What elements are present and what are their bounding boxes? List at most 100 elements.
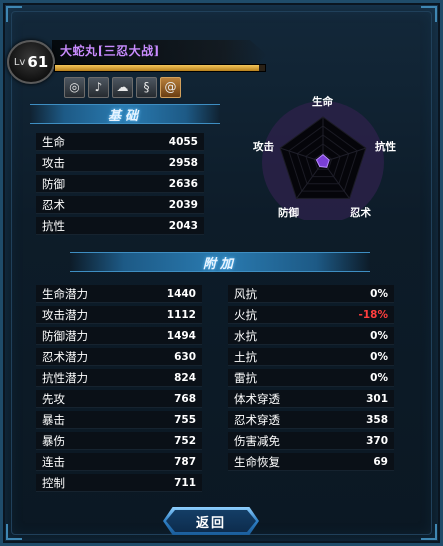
stat-label: 暴击 <box>42 412 65 427</box>
level-value: 61 <box>27 53 49 71</box>
basic-section-title: 基础 <box>107 109 142 124</box>
corner-ornament <box>421 524 437 540</box>
corner-ornament <box>6 524 22 540</box>
stat-radar-chart <box>262 101 384 220</box>
stat-value: 0% <box>370 371 388 384</box>
extra-section-title: 附加 <box>202 257 237 272</box>
stat-row: 生命恢复 69 <box>228 453 394 471</box>
stat-label: 连击 <box>42 454 65 469</box>
stat-label: 防御潜力 <box>42 328 88 343</box>
exp-bar <box>54 64 266 72</box>
stat-label: 忍术潜力 <box>42 349 88 364</box>
stat-value: 768 <box>174 392 196 405</box>
stat-label: 体术穿透 <box>234 391 280 406</box>
stat-label: 生命潜力 <box>42 286 88 301</box>
radar-label-hp: 生命 <box>312 96 333 108</box>
stat-value: 358 <box>366 413 388 426</box>
radar-label-defense: 防御 <box>278 207 299 219</box>
skill-icon-row: ◎ ♪ ☁ § @ <box>64 77 181 98</box>
stat-value: 711 <box>174 476 196 489</box>
stat-label: 攻击潜力 <box>42 307 88 322</box>
stat-row: 土抗 0% <box>228 348 394 366</box>
stat-row: 体术穿透 301 <box>228 390 394 408</box>
stat-value: 752 <box>174 434 196 447</box>
note-icon[interactable]: ♪ <box>88 77 109 98</box>
stat-label: 忍术 <box>42 197 65 212</box>
stat-row: 生命潜力 1440 <box>36 285 202 303</box>
wave-icon[interactable]: § <box>136 77 157 98</box>
stat-label: 忍术穿透 <box>234 412 280 427</box>
stat-label: 抗性潜力 <box>42 370 88 385</box>
stat-value: 824 <box>174 371 196 384</box>
stat-value: 370 <box>366 434 388 447</box>
stat-row: 抗性潜力 824 <box>36 369 202 387</box>
stat-row: 忍术穿透 358 <box>228 411 394 429</box>
stat-value: 1112 <box>166 308 196 321</box>
stat-label: 暴伤 <box>42 433 65 448</box>
extra-section-banner: 附加 <box>70 252 370 272</box>
stat-label: 火抗 <box>234 307 257 322</box>
stat-row: 忍术潜力 630 <box>36 348 202 366</box>
radar-label-attack: 攻击 <box>253 141 274 153</box>
stat-value: 755 <box>174 413 196 426</box>
stat-label: 风抗 <box>234 286 257 301</box>
corner-ornament <box>6 6 22 22</box>
spiral-icon[interactable]: @ <box>160 77 181 98</box>
stat-value: 301 <box>366 392 388 405</box>
stat-label: 伤害减免 <box>234 433 280 448</box>
stat-label: 控制 <box>42 475 65 490</box>
radar-label-ninjutsu: 忍术 <box>350 207 371 219</box>
stat-row: 忍术 2039 <box>36 196 204 214</box>
stat-value: 2958 <box>168 156 198 169</box>
stat-row: 雷抗 0% <box>228 369 394 387</box>
stat-row: 暴伤 752 <box>36 432 202 450</box>
back-button-label: 返回 <box>195 515 226 531</box>
wind-swirl-icon[interactable]: ◎ <box>64 77 85 98</box>
stat-row: 控制 711 <box>36 474 202 492</box>
stat-label: 生命 <box>42 134 65 149</box>
stat-label: 防御 <box>42 176 65 191</box>
stat-value: 2039 <box>168 198 198 211</box>
stat-row: 防御潜力 1494 <box>36 327 202 345</box>
stat-row: 暴击 755 <box>36 411 202 429</box>
stat-label: 水抗 <box>234 328 257 343</box>
stat-value: 1440 <box>166 287 196 300</box>
stat-value: 69 <box>373 455 388 468</box>
stat-row: 防御 2636 <box>36 175 204 193</box>
character-name: 大蛇丸[三忍大战] <box>60 44 160 58</box>
stat-value: 0% <box>370 329 388 342</box>
stat-row: 连击 787 <box>36 453 202 471</box>
stat-row: 风抗 0% <box>228 285 394 303</box>
stat-row: 生命 4055 <box>36 133 204 151</box>
stat-value: 0% <box>370 350 388 363</box>
cloud-icon[interactable]: ☁ <box>112 77 133 98</box>
level-prefix: Lv <box>13 56 26 68</box>
stat-row: 火抗 -18% <box>228 306 394 324</box>
stat-row: 水抗 0% <box>228 327 394 345</box>
radar-label-resist: 抗性 <box>375 141 396 153</box>
stat-value: 4055 <box>168 135 198 148</box>
level-badge: Lv 61 <box>7 40 55 84</box>
corner-ornament <box>421 6 437 22</box>
stat-row: 伤害减免 370 <box>228 432 394 450</box>
stat-value: -18% <box>358 308 389 321</box>
stat-label: 先攻 <box>42 391 65 406</box>
stat-label: 抗性 <box>42 218 65 233</box>
stat-value: 630 <box>174 350 196 363</box>
stat-label: 攻击 <box>42 155 65 170</box>
stat-row: 攻击潜力 1112 <box>36 306 202 324</box>
stat-label: 生命恢复 <box>234 454 280 469</box>
stat-value: 0% <box>370 287 388 300</box>
stat-value: 787 <box>174 455 196 468</box>
stat-value: 2636 <box>168 177 198 190</box>
stat-value: 1494 <box>166 329 196 342</box>
stat-label: 雷抗 <box>234 370 257 385</box>
stat-label: 土抗 <box>234 349 257 364</box>
exp-bar-fill <box>55 65 259 71</box>
back-button[interactable]: 返回 <box>163 507 259 535</box>
stat-row: 抗性 2043 <box>36 217 204 235</box>
stat-row: 先攻 768 <box>36 390 202 408</box>
stat-value: 2043 <box>168 219 198 232</box>
stat-row: 攻击 2958 <box>36 154 204 172</box>
basic-section-banner: 基础 <box>30 104 220 124</box>
